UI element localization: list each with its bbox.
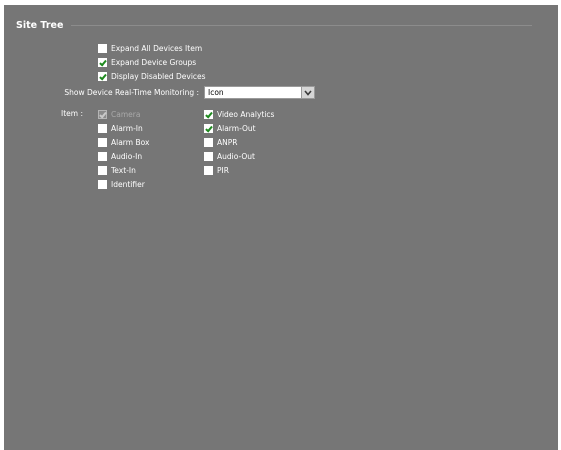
section-divider xyxy=(71,24,532,26)
item-alarm-box[interactable]: Alarm Box xyxy=(98,136,149,148)
text-in-checkbox[interactable] xyxy=(98,165,107,175)
camera-checkbox xyxy=(98,109,107,119)
audio-out-checkbox[interactable] xyxy=(204,151,213,161)
alarm-out-label: Alarm-Out xyxy=(217,123,256,133)
option-display-disabled-devices[interactable]: Display Disabled Devices xyxy=(98,70,206,82)
anpr-checkbox[interactable] xyxy=(204,137,213,147)
item-label: Item : xyxy=(61,109,83,118)
item-video-analytics[interactable]: Video Analytics xyxy=(204,108,274,120)
chevron-down-icon[interactable] xyxy=(301,87,314,98)
camera-label: Camera xyxy=(111,109,141,119)
item-alarm-in[interactable]: Alarm-In xyxy=(98,122,143,134)
video-analytics-checkbox[interactable] xyxy=(204,109,213,119)
expand-all-devices-checkbox[interactable] xyxy=(98,43,107,53)
identifier-checkbox[interactable] xyxy=(98,179,107,189)
alarm-box-checkbox[interactable] xyxy=(98,137,107,147)
item-pir[interactable]: PIR xyxy=(204,164,229,176)
identifier-label: Identifier xyxy=(111,179,145,189)
expand-device-groups-label: Expand Device Groups xyxy=(111,57,197,67)
section-header: Site Tree xyxy=(16,18,532,32)
item-alarm-out[interactable]: Alarm-Out xyxy=(204,122,256,134)
item-camera: Camera xyxy=(98,108,140,120)
alarm-box-label: Alarm Box xyxy=(111,137,150,147)
display-disabled-devices-label: Display Disabled Devices xyxy=(111,71,206,81)
option-expand-all-devices[interactable]: Expand All Devices Item xyxy=(98,42,202,54)
item-identifier[interactable]: Identifier xyxy=(98,178,145,190)
section-title: Site Tree xyxy=(16,19,64,31)
text-in-label: Text-In xyxy=(111,165,136,175)
item-audio-in[interactable]: Audio-In xyxy=(98,150,142,162)
settings-panel: Site Tree Expand All Devices Item Expand… xyxy=(4,5,558,450)
audio-out-label: Audio-Out xyxy=(217,151,255,161)
audio-in-checkbox[interactable] xyxy=(98,151,107,161)
alarm-in-checkbox[interactable] xyxy=(98,123,107,133)
item-audio-out[interactable]: Audio-Out xyxy=(204,150,255,162)
expand-device-groups-checkbox[interactable] xyxy=(98,57,107,67)
video-analytics-label: Video Analytics xyxy=(217,109,275,119)
item-text-in[interactable]: Text-In xyxy=(98,164,136,176)
expand-all-devices-label: Expand All Devices Item xyxy=(111,43,203,53)
display-disabled-devices-checkbox[interactable] xyxy=(98,71,107,81)
pir-label: PIR xyxy=(217,165,229,175)
alarm-in-label: Alarm-In xyxy=(111,123,143,133)
audio-in-label: Audio-In xyxy=(111,151,143,161)
monitoring-label: Show Device Real-Time Monitoring : xyxy=(64,88,199,97)
monitoring-select[interactable]: Icon xyxy=(204,86,315,99)
alarm-out-checkbox[interactable] xyxy=(204,123,213,133)
option-expand-device-groups[interactable]: Expand Device Groups xyxy=(98,56,196,68)
item-anpr[interactable]: ANPR xyxy=(204,136,237,148)
anpr-label: ANPR xyxy=(217,137,238,147)
pir-checkbox[interactable] xyxy=(204,165,213,175)
monitoring-select-value: Icon xyxy=(208,88,224,97)
